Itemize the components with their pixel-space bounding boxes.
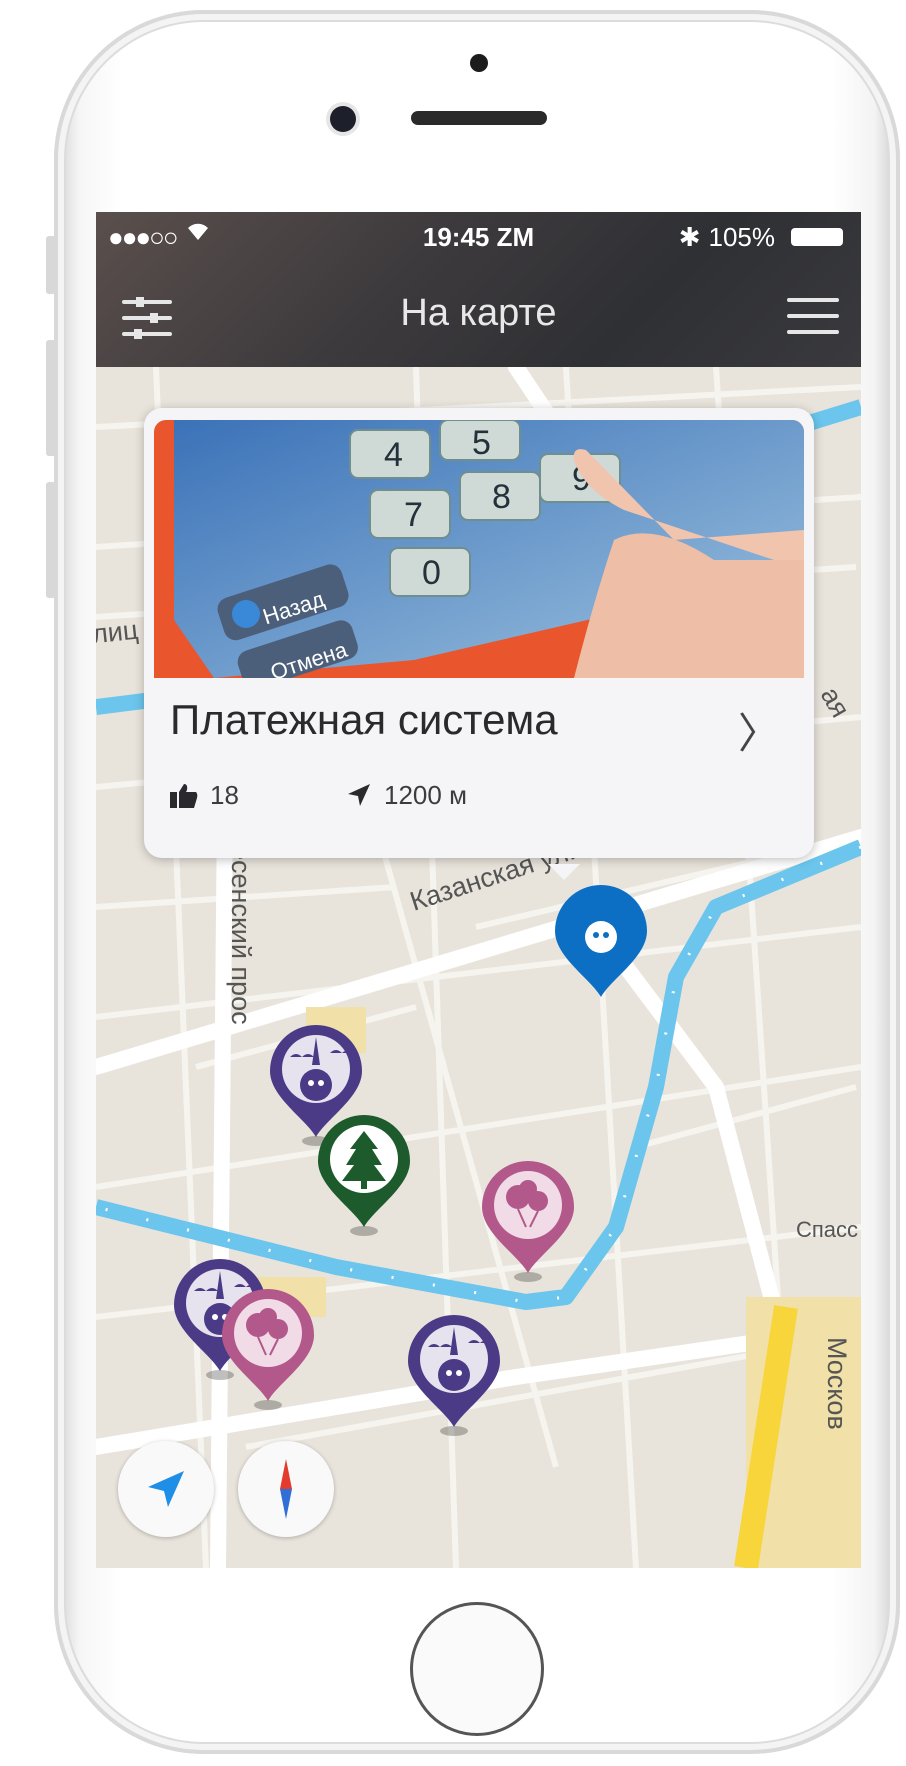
- map-pin-balloons[interactable]: [481, 1160, 575, 1283]
- screen: Казанская улица Вознесенский прос лиц ая…: [96, 212, 861, 1568]
- battery-icon: [791, 228, 843, 246]
- svg-text:7: 7: [404, 496, 423, 534]
- chevron-right-icon[interactable]: 〉: [738, 700, 780, 761]
- card-pointer: [548, 864, 580, 880]
- volume-down-button: [46, 482, 56, 598]
- map-pin-balloons[interactable]: [221, 1288, 315, 1411]
- likes: 18: [170, 780, 239, 811]
- page-title: На карте: [400, 292, 557, 334]
- earpiece-speaker: [411, 111, 547, 125]
- proximity-sensor: [470, 54, 488, 72]
- hamburger-icon: [787, 298, 839, 334]
- volume-up-button: [46, 340, 56, 456]
- menu-button[interactable]: [785, 292, 841, 340]
- front-camera: [330, 106, 356, 132]
- distance: 1200 м: [346, 780, 467, 811]
- mute-switch: [46, 236, 56, 294]
- location-arrow-icon: [348, 784, 370, 806]
- place-photo: 4 5 7 8 9 0 Назад Отмена: [154, 420, 804, 678]
- my-location-button[interactable]: [118, 1441, 214, 1537]
- battery-percent: ✱ 105%: [679, 222, 775, 253]
- place-card[interactable]: 4 5 7 8 9 0 Назад Отмена Платежная систе…: [144, 408, 814, 858]
- svg-text:5: 5: [472, 424, 491, 462]
- compass-icon: [280, 1459, 292, 1519]
- compass-button[interactable]: [238, 1441, 334, 1537]
- likes-count: 18: [210, 780, 239, 810]
- map-pin-park[interactable]: [318, 1115, 410, 1236]
- distance-value: 1200 м: [384, 780, 467, 810]
- atm-keypad-image: 4 5 7 8 9 0 Назад Отмена: [154, 420, 804, 678]
- location-arrow-icon: [148, 1471, 184, 1507]
- status-bar: ●●●○○ 19:45 ZM ✱ 105%: [96, 212, 861, 260]
- map-pin-attraction[interactable]: [408, 1315, 500, 1436]
- map-pin-blue[interactable]: [555, 885, 647, 997]
- svg-text:4: 4: [384, 436, 403, 474]
- home-button[interactable]: [410, 1602, 544, 1736]
- top-bar: ●●●○○ 19:45 ZM ✱ 105% На карте: [96, 212, 861, 367]
- bluetooth-icon: ✱: [678, 222, 701, 252]
- battery-label: 105%: [708, 222, 776, 252]
- svg-text:8: 8: [492, 478, 511, 516]
- thumbs-up-icon: [170, 784, 198, 808]
- place-title: Платежная система: [170, 696, 558, 743]
- svg-text:0: 0: [422, 554, 441, 592]
